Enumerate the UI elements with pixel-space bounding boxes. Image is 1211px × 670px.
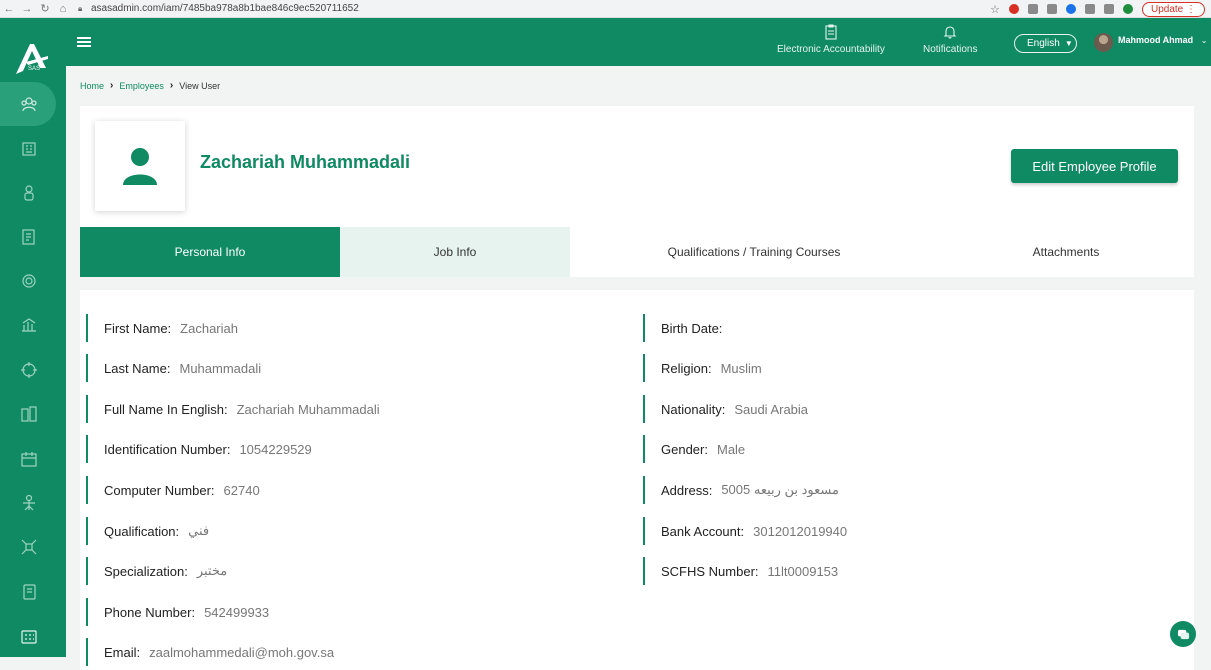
user-icon	[123, 148, 157, 185]
documents-icon[interactable]	[20, 228, 38, 246]
employee-name: Zachariah Muhammadali	[200, 152, 411, 172]
browser-toolbar: ← → ↻ ⌂ 🔒︎ asasadmin.com/iam/7485ba978a8…	[0, 0, 1211, 18]
breadcrumb: Home › Employees › View User	[80, 80, 220, 91]
breadcrumb-home[interactable]: Home	[80, 81, 104, 91]
chevron-down-icon: ⌄	[1200, 36, 1208, 45]
playlist-icon[interactable]	[1103, 4, 1114, 14]
field-religion: Religion: Muslim	[643, 354, 762, 382]
bell-icon	[942, 24, 958, 40]
target-icon[interactable]	[20, 361, 38, 379]
tab-qualifications[interactable]: Qualifications / Training Courses	[570, 227, 938, 277]
field-gender: Gender: Male	[643, 435, 745, 463]
personal-info-panel: First Name: Zachariah Last Name: Muhammada…	[80, 290, 1194, 670]
breadcrumb-employees[interactable]: Employees	[119, 81, 164, 91]
tab-attachments[interactable]: Attachments	[938, 227, 1194, 277]
language-select[interactable]: English ▼	[1014, 34, 1077, 53]
extension-icon[interactable]	[1027, 4, 1038, 14]
field-email: Email: zaalmohammedali@moh.gov.sa	[86, 638, 334, 666]
field-computer-number: Computer Number: 62740	[86, 476, 260, 504]
finance-icon[interactable]	[20, 316, 38, 334]
sidebar: SAS	[0, 18, 66, 657]
profile-photo	[95, 121, 185, 211]
reload-icon[interactable]: ↻	[36, 2, 54, 15]
url-text: asasadmin.com/iam/7485ba978a8b1bae846c9e…	[91, 3, 359, 14]
field-qualification: Qualification: فني	[86, 517, 209, 545]
language-value: English	[1027, 38, 1060, 49]
person-icon[interactable]	[20, 184, 38, 202]
electronic-accountability-link[interactable]: Electronic Accountability	[777, 24, 885, 55]
home-icon[interactable]: ⌂	[54, 3, 72, 15]
address-bar[interactable]: 🔒︎ asasadmin.com/iam/7485ba978a8b1bae846…	[78, 2, 359, 16]
chevron-right-icon: ›	[110, 80, 114, 91]
user-name: Mahmood Ahmad	[1118, 35, 1194, 45]
forward-icon[interactable]: →	[18, 3, 36, 15]
field-bank-account: Bank Account: 3012012019940	[643, 517, 847, 545]
field-last-name: Last Name: Muhammadali	[86, 354, 261, 382]
electronic-accountability-label: Electronic Accountability	[777, 44, 885, 55]
tab-personal-info[interactable]: Personal Info	[80, 227, 340, 277]
edit-employee-profile-button[interactable]: Edit Employee Profile	[1011, 149, 1178, 183]
notifications-link[interactable]: Notifications	[923, 24, 977, 55]
caret-down-icon: ▼	[1064, 39, 1073, 48]
menu-toggle-icon[interactable]	[77, 37, 91, 47]
chevron-right-icon: ›	[169, 80, 174, 91]
field-first-name: First Name: Zachariah	[86, 314, 238, 342]
profile-card: Zachariah Muhammadali Edit Employee Prof…	[80, 106, 1194, 227]
bookmark-star-icon[interactable]: ☆	[990, 3, 1000, 16]
extension-icon[interactable]	[1008, 4, 1019, 14]
network-icon[interactable]	[20, 538, 38, 556]
chat-icon	[1177, 629, 1189, 639]
top-header: Electronic Accountability Notifications …	[66, 18, 1211, 66]
puzzle-icon[interactable]	[1084, 4, 1095, 14]
field-identification-number: Identification Number: 1054229529	[86, 435, 312, 463]
chat-button[interactable]	[1170, 621, 1196, 647]
avatar[interactable]	[1094, 33, 1113, 52]
book-icon[interactable]	[20, 583, 38, 601]
profile-tabs: Personal Info Job Info Qualifications / …	[80, 227, 1194, 277]
tab-job-info[interactable]: Job Info	[340, 227, 570, 277]
app-logo[interactable]	[12, 38, 54, 78]
update-button[interactable]: Update ⋮	[1141, 1, 1205, 17]
clipboard-icon	[823, 24, 839, 40]
field-full-name-english: Full Name In English: Zachariah Muhammada…	[86, 395, 380, 423]
field-specialization: Specialization: مختبر	[86, 557, 227, 585]
field-phone-number: Phone Number: 542499933	[86, 598, 269, 626]
user-menu[interactable]: Mahmood Ahmad ⌄	[1118, 35, 1207, 45]
notifications-label: Notifications	[923, 44, 978, 55]
circles-icon[interactable]	[20, 272, 38, 290]
profile-icon[interactable]	[1122, 4, 1133, 14]
field-scfhs-number: SCFHS Number: 11lt0009153	[643, 557, 838, 585]
extension-icon[interactable]	[1065, 4, 1076, 14]
logo-text: SAS	[28, 66, 41, 72]
back-icon[interactable]: ←	[0, 3, 18, 15]
calendar-icon[interactable]	[20, 450, 38, 468]
extension-icon[interactable]	[1046, 4, 1057, 14]
field-nationality: Nationality: Saudi Arabia	[643, 395, 808, 423]
field-birth-date: Birth Date:	[643, 314, 731, 342]
lock-icon: 🔒︎	[78, 4, 83, 13]
team-icon[interactable]	[20, 494, 38, 512]
grid-icon[interactable]	[20, 628, 38, 646]
building-icon[interactable]	[20, 405, 38, 423]
branches-icon[interactable]	[20, 140, 38, 158]
employees-icon[interactable]	[20, 95, 38, 113]
field-address: Address: مسعود بن ربيعه 5005	[643, 476, 839, 504]
breadcrumb-current: View User	[179, 80, 221, 91]
